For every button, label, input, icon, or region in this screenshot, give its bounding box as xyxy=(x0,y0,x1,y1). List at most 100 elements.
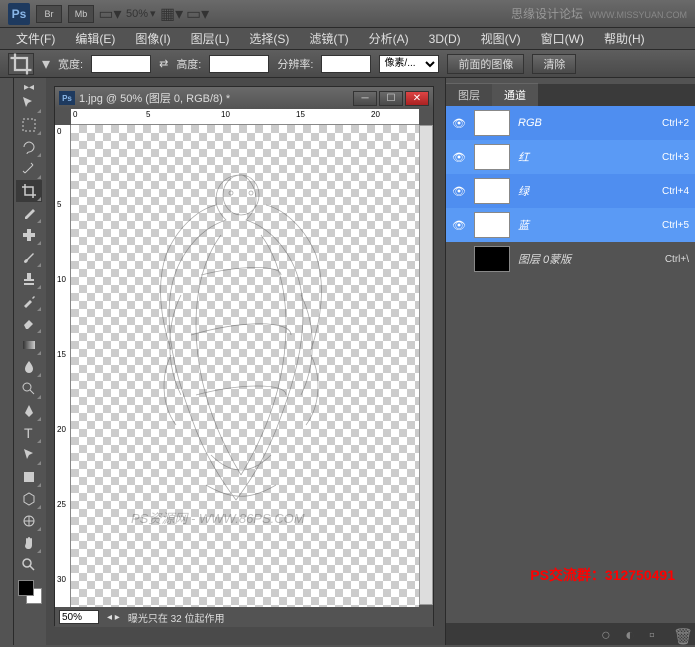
menu-file[interactable]: 文件(F) xyxy=(6,28,65,49)
channels-panel: 图层 通道 👁 RGB Ctrl+2 👁 红 Ctrl+3 👁 绿 Ctrl+4 xyxy=(445,78,695,645)
eyedropper-tool[interactable] xyxy=(16,202,42,224)
dodge-tool[interactable] xyxy=(16,378,42,400)
zoom-tool[interactable] xyxy=(16,554,42,576)
load-selection-icon[interactable]: ○ xyxy=(601,627,617,641)
shape-tool[interactable] xyxy=(16,466,42,488)
zoom-input[interactable] xyxy=(59,610,99,624)
menu-window[interactable]: 窗口(W) xyxy=(531,28,594,49)
watermark-text: 思缘设计论坛WWW.MISSYUAN.COM xyxy=(511,5,687,22)
menu-help[interactable]: 帮助(H) xyxy=(594,28,655,49)
visibility-icon[interactable]: 👁 xyxy=(452,184,466,198)
crop-tool[interactable] xyxy=(16,180,42,202)
channel-name: 绿 xyxy=(518,183,654,199)
marquee-tool[interactable] xyxy=(16,114,42,136)
canvas-watermark: PS资源网 - WWW.86PS.COM xyxy=(131,508,305,527)
wand-tool[interactable] xyxy=(16,158,42,180)
document-status-bar: ◂ ▸ 曝光只在 32 位起作用 xyxy=(55,607,433,627)
channel-thumb xyxy=(474,110,510,136)
menu-bar: 文件(F) 编辑(E) 图像(I) 图层(L) 选择(S) 滤镜(T) 分析(A… xyxy=(0,28,695,50)
maximize-button[interactable]: ☐ xyxy=(379,91,403,106)
delete-channel-icon[interactable]: 🗑 xyxy=(673,627,689,641)
height-input[interactable] xyxy=(209,55,269,73)
resolution-label: 分辨率: xyxy=(277,56,313,72)
menu-layer[interactable]: 图层(L) xyxy=(181,28,240,49)
menu-analysis[interactable]: 分析(A) xyxy=(359,28,419,49)
visibility-icon[interactable]: 👁 xyxy=(452,116,466,130)
height-label: 高度: xyxy=(176,56,201,72)
channel-thumb xyxy=(474,178,510,204)
channel-thumb xyxy=(474,246,510,272)
menu-image[interactable]: 图像(I) xyxy=(125,28,180,49)
toolbox: ▸◂ T xyxy=(14,78,46,645)
arrange-icon[interactable]: ▦▾ xyxy=(162,5,182,23)
zoom-level[interactable]: 50% ▾ xyxy=(126,7,156,20)
menu-filter[interactable]: 滤镜(T) xyxy=(299,28,358,49)
toolbox-toggle-icon[interactable]: ▸◂ xyxy=(16,82,42,92)
document-title: 1.jpg @ 50% (图层 0, RGB/8) * xyxy=(79,90,349,106)
path-select-tool[interactable] xyxy=(16,444,42,466)
stamp-tool[interactable] xyxy=(16,268,42,290)
visibility-icon[interactable]: 👁 xyxy=(452,150,466,164)
menu-3d[interactable]: 3D(D) xyxy=(419,30,471,48)
channel-layer-mask[interactable]: 图层 0蒙版 Ctrl+\ xyxy=(446,242,695,276)
clear-button[interactable]: 清除 xyxy=(532,54,576,74)
gradient-tool[interactable] xyxy=(16,334,42,356)
resolution-input[interactable] xyxy=(321,55,371,73)
channel-shortcut: Ctrl+4 xyxy=(662,186,689,197)
3d-camera-tool[interactable] xyxy=(16,510,42,532)
visibility-icon[interactable] xyxy=(452,252,466,266)
channel-rgb[interactable]: 👁 RGB Ctrl+2 xyxy=(446,106,695,140)
channel-shortcut: Ctrl+3 xyxy=(662,152,689,163)
menu-view[interactable]: 视图(V) xyxy=(471,28,531,49)
channel-green[interactable]: 👁 绿 Ctrl+4 xyxy=(446,174,695,208)
document-titlebar[interactable]: Ps 1.jpg @ 50% (图层 0, RGB/8) * ─ ☐ ✕ xyxy=(55,87,433,109)
unit-select[interactable]: 像素/... xyxy=(379,55,439,73)
doc-ps-icon: Ps xyxy=(59,91,75,105)
channel-blue[interactable]: 👁 蓝 Ctrl+5 xyxy=(446,208,695,242)
extras-icon[interactable]: ▭▾ xyxy=(188,5,208,23)
channel-red[interactable]: 👁 红 Ctrl+3 xyxy=(446,140,695,174)
minimize-button[interactable]: ─ xyxy=(353,91,377,106)
channel-shortcut: Ctrl+5 xyxy=(662,220,689,231)
color-swatches[interactable] xyxy=(18,580,42,604)
type-tool[interactable]: T xyxy=(16,422,42,444)
channel-shortcut: Ctrl+\ xyxy=(665,254,689,265)
tab-channels[interactable]: 通道 xyxy=(492,83,538,106)
swap-icon[interactable]: ⇄ xyxy=(159,57,168,70)
front-image-button[interactable]: 前面的图像 xyxy=(447,54,524,74)
svg-text:T: T xyxy=(24,425,33,441)
pen-tool[interactable] xyxy=(16,400,42,422)
3d-tool[interactable] xyxy=(16,488,42,510)
move-tool[interactable] xyxy=(16,92,42,114)
foreground-color[interactable] xyxy=(18,580,34,596)
healing-tool[interactable] xyxy=(16,224,42,246)
ruler-vertical[interactable]: 0 5 10 15 20 25 30 xyxy=(55,125,71,607)
menu-select[interactable]: 选择(S) xyxy=(239,28,299,49)
hand-tool[interactable] xyxy=(16,532,42,554)
eraser-tool[interactable] xyxy=(16,312,42,334)
history-brush-tool[interactable] xyxy=(16,290,42,312)
screen-mode-icon[interactable]: ▭▾ xyxy=(100,5,120,23)
vertical-scrollbar[interactable] xyxy=(419,125,433,605)
bridge-button[interactable]: Br xyxy=(36,5,62,23)
canvas[interactable]: PS资源网 - WWW.86PS.COM xyxy=(71,125,419,607)
minibridge-button[interactable]: Mb xyxy=(68,5,94,23)
lasso-tool[interactable] xyxy=(16,136,42,158)
ruler-horizontal[interactable]: 0 5 10 15 20 xyxy=(71,109,419,125)
tab-layers[interactable]: 图层 xyxy=(446,83,492,106)
save-selection-icon[interactable]: ◐ xyxy=(625,627,641,641)
menu-edit[interactable]: 编辑(E) xyxy=(65,28,125,49)
width-input[interactable] xyxy=(91,55,151,73)
channel-thumb xyxy=(474,212,510,238)
status-text: 曝光只在 32 位起作用 xyxy=(128,610,225,625)
crop-tool-icon[interactable] xyxy=(8,53,34,75)
ps-logo: Ps xyxy=(8,3,30,25)
channel-name: 图层 0蒙版 xyxy=(518,251,657,267)
blur-tool[interactable] xyxy=(16,356,42,378)
close-button[interactable]: ✕ xyxy=(405,91,429,106)
channel-name: 蓝 xyxy=(518,217,654,233)
brush-tool[interactable] xyxy=(16,246,42,268)
width-label: 宽度: xyxy=(58,56,83,72)
new-channel-icon[interactable]: ▫ xyxy=(649,627,665,641)
visibility-icon[interactable]: 👁 xyxy=(452,218,466,232)
